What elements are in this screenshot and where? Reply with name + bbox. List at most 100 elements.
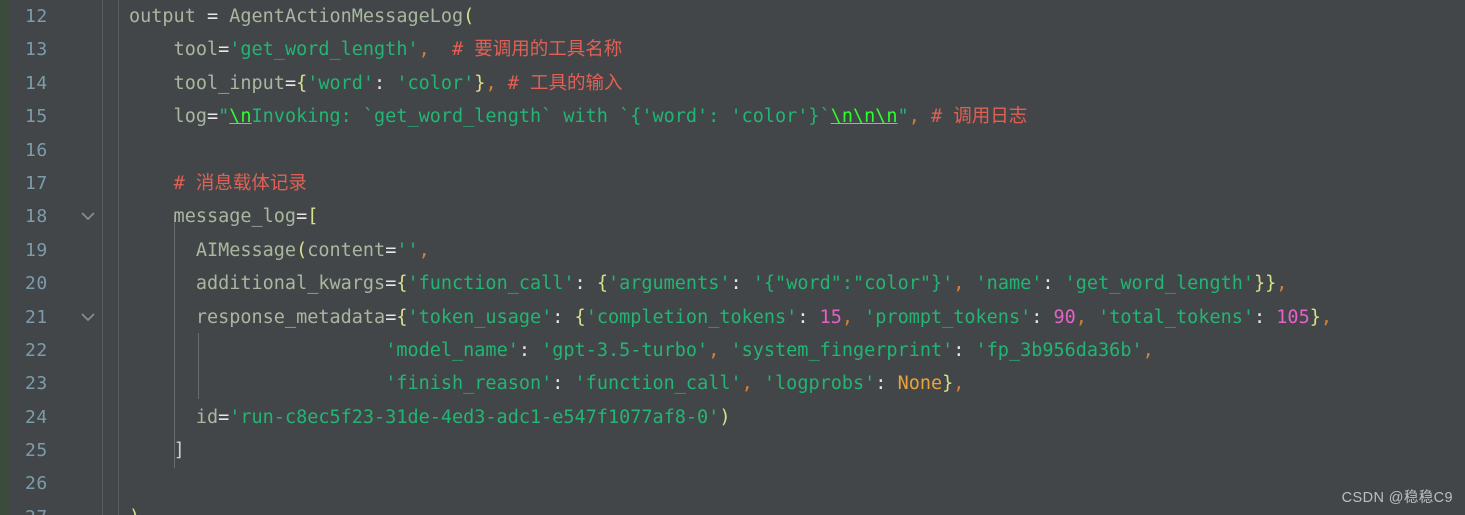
code-token: ": [218, 106, 230, 128]
code-token: ,: [841, 306, 854, 328]
gutter-row[interactable]: 26: [9, 467, 102, 500]
gutter-row[interactable]: 17: [9, 167, 102, 200]
gutter-row[interactable]: 22: [9, 334, 102, 367]
code-token: 'arguments': [607, 273, 731, 295]
code-line[interactable]: tool_input={'word': 'color'}, # 工具的输入: [119, 67, 1465, 100]
code-token: '': [396, 239, 419, 261]
code-line[interactable]: message_log=[: [119, 200, 1465, 233]
code-token: 'name': [975, 273, 1043, 295]
gutter-row[interactable]: 25: [9, 434, 102, 467]
code-token: 'get_word_length': [1064, 273, 1255, 295]
code-token: =: [385, 239, 397, 261]
code-token: =: [218, 39, 230, 61]
code-line[interactable]: # 消息载体记录: [119, 167, 1465, 200]
code-token: 'completion_tokens': [585, 306, 798, 328]
gutter-row[interactable]: 21: [9, 301, 102, 334]
code-line[interactable]: ): [119, 501, 1465, 515]
gutter-row[interactable]: 15: [9, 100, 102, 133]
gutter-row[interactable]: 20: [9, 267, 102, 300]
code-token: {: [296, 72, 308, 94]
code-token: =: [206, 106, 219, 128]
code-token: ,: [953, 273, 965, 295]
line-number: 17: [25, 172, 48, 194]
code-token: 'prompt_tokens': [864, 306, 1032, 328]
code-token: ,: [1075, 306, 1087, 328]
gutter-row[interactable]: 18: [9, 200, 102, 233]
code-token: \n: [229, 106, 252, 128]
code-token: output: [129, 6, 196, 27]
gutter-row[interactable]: 16: [9, 134, 102, 167]
line-number: 20: [25, 273, 48, 295]
code-content-area[interactable]: output = AgentActionMessageLog( tool='ge…: [119, 0, 1465, 515]
line-number: 13: [25, 39, 48, 61]
code-token: {: [574, 306, 586, 328]
code-token: additional_kwargs: [129, 273, 386, 295]
code-line[interactable]: response_metadata={'token_usage': {'comp…: [119, 301, 1465, 334]
code-token: :: [797, 306, 809, 328]
code-token: [: [307, 206, 319, 228]
code-token: 'total_tokens': [1098, 306, 1255, 328]
code-line[interactable]: [119, 134, 1465, 167]
code-token: =: [218, 406, 230, 428]
code-token: 'color': [396, 72, 475, 94]
code-token: 90: [1053, 306, 1076, 328]
code-line[interactable]: ]: [119, 434, 1465, 467]
code-token: =: [385, 306, 397, 328]
chevron-down-icon[interactable]: [81, 200, 97, 233]
code-token: {: [596, 273, 608, 295]
code-line[interactable]: additional_kwargs={'function_call': {'ar…: [119, 267, 1465, 300]
code-token: None: [897, 373, 943, 395]
code-line[interactable]: id='run-c8ec5f23-31de-4ed3-adc1-e547f107…: [119, 401, 1465, 434]
code-token: 'fp_3b956da36b': [975, 339, 1143, 361]
code-editor[interactable]: 12 13 14 15 16 17 18 19 20 21 22 23 24 25 26 27 output …: [0, 0, 1465, 515]
code-token: # 要调用的工具名称: [452, 39, 623, 61]
line-number: 21: [25, 306, 48, 328]
code-token: :: [1031, 306, 1043, 328]
code-token: AgentActionMessageLog: [229, 6, 464, 27]
code-line[interactable]: log="\nInvoking: `get_word_length` with …: [119, 100, 1465, 133]
gutter-row[interactable]: 12: [9, 0, 102, 33]
code-token: 'finish_reason': [385, 373, 553, 395]
code-token: id: [129, 406, 219, 428]
code-token: # 消息载体记录: [173, 172, 307, 194]
chevron-down-icon[interactable]: [81, 301, 97, 334]
line-number: 25: [25, 440, 48, 462]
code-token: {: [396, 306, 408, 328]
code-token: :: [518, 339, 530, 361]
gutter-row[interactable]: 19: [9, 234, 102, 267]
code-line[interactable]: AIMessage(content='',: [119, 234, 1465, 267]
code-line[interactable]: [119, 467, 1465, 500]
code-token: ): [129, 507, 140, 515]
code-token: 'gpt-3.5-turbo': [541, 339, 709, 361]
gutter-row[interactable]: 13: [9, 33, 102, 66]
line-number-gutter[interactable]: 12 13 14 15 16 17 18 19 20 21 22 23 24 25 26 27: [9, 0, 103, 515]
gutter-row[interactable]: 23: [9, 367, 102, 400]
code-token: :: [1042, 273, 1054, 295]
code-token: response_metadata: [129, 306, 386, 328]
gutter-row[interactable]: 27: [9, 501, 102, 515]
code-line[interactable]: tool='get_word_length', # 要调用的工具名称: [119, 33, 1465, 66]
line-number: 19: [25, 239, 48, 261]
code-token: 'model_name': [385, 339, 519, 361]
code-token: 'token_usage': [407, 306, 553, 328]
code-line[interactable]: output = AgentActionMessageLog(: [119, 0, 1465, 33]
code-line[interactable]: 'model_name': 'gpt-3.5-turbo', 'system_f…: [119, 334, 1465, 367]
line-number: 15: [25, 106, 48, 128]
code-token: Invoking: `get_word_length` with `{'word…: [251, 106, 831, 128]
code-line[interactable]: 'finish_reason': 'function_call', 'logpr…: [119, 367, 1465, 400]
gutter-row[interactable]: 24: [9, 401, 102, 434]
gutter-row[interactable]: 14: [9, 67, 102, 100]
line-number: 23: [25, 373, 48, 395]
code-token: 'word': [307, 72, 375, 94]
code-token: ,: [1276, 273, 1288, 295]
code-token: AIMessage: [129, 239, 297, 261]
